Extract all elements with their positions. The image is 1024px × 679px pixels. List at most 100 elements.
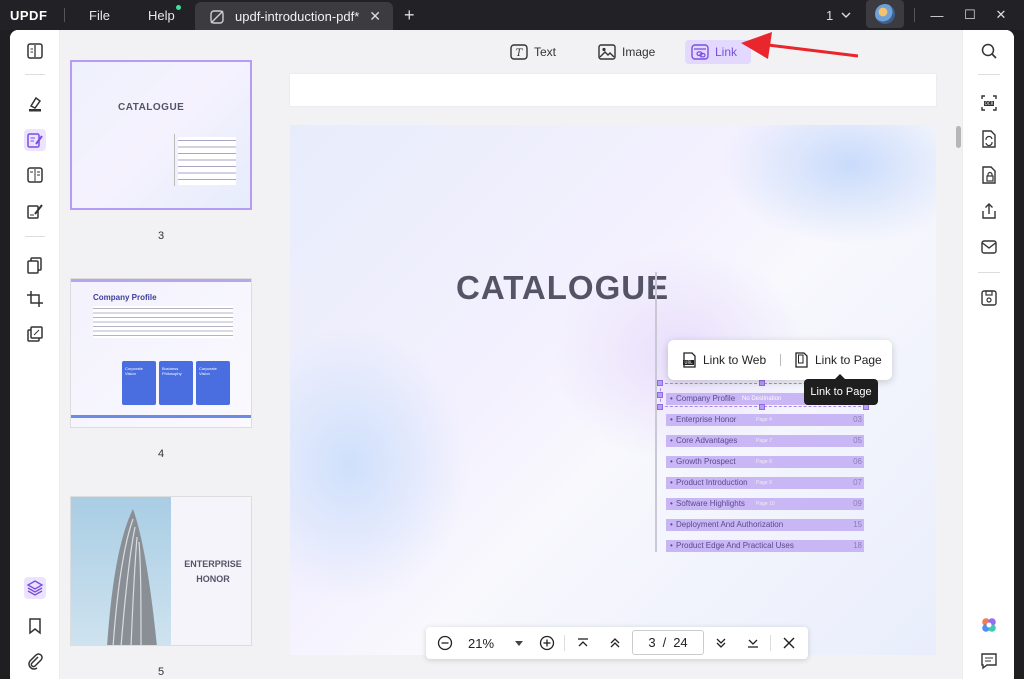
menu-help[interactable]: Help [148,0,175,30]
toc-link-row[interactable]: • Deployment And Authorization 15 [666,519,864,531]
form-icon[interactable] [24,164,46,186]
thumb-text-lines [93,306,233,338]
tab-close-icon[interactable]: ✕ [369,8,381,25]
organize-pages-icon[interactable] [24,254,46,276]
vertical-scrollbar[interactable] [956,126,961,148]
thumbnail-page-5[interactable]: ENTERPRISE HONOR [70,496,252,646]
thumb-bottom-bar [71,415,251,418]
title-separator [64,8,65,22]
save-icon[interactable] [978,287,1000,309]
layers-icon[interactable] [24,577,46,599]
toc-number: 07 [853,478,862,487]
thumb-title: CATALOGUE [118,102,185,113]
window-page-indicator: 1 [826,7,834,23]
thumb-divider [174,134,175,186]
search-icon[interactable] [978,40,1000,62]
comment-panel-icon[interactable] [978,650,1000,672]
background-glow [720,125,936,245]
close-window-button[interactable]: ✕ [986,0,1016,30]
avatar-image [875,4,895,24]
text-tool-label: Text [534,45,557,59]
toc-label: Enterprise Honor [676,415,737,424]
add-link-tool[interactable]: Link [685,40,751,64]
add-text-tool[interactable]: T Text [504,40,562,64]
toc-destination: Page 7 [756,438,772,444]
zoom-level[interactable]: 21% [464,627,498,659]
thumb-subtitle: HONOR [196,574,230,584]
previous-page-bottom [290,74,936,106]
toc-link-row[interactable]: • Product Edge And Practical Uses 18 [666,540,864,552]
workspace: CATALOGUE 3 Company Profile Corporate Vi… [10,30,1014,679]
background-glow [290,325,470,605]
image-tool-label: Image [622,45,656,59]
resize-handle[interactable] [759,404,765,410]
minimize-button[interactable]: — [922,0,952,30]
fill-sign-icon[interactable] [24,200,46,222]
ocr-icon[interactable]: OCR [978,92,1000,114]
toc-link-row[interactable]: • Growth Prospect Page 8 06 [666,456,864,468]
first-page-button[interactable] [572,627,594,659]
reader-icon[interactable] [24,40,46,62]
link-to-page-tooltip: Link to Page [804,374,878,405]
thumb-card: Corporate Vision [196,361,230,405]
toc-link-row[interactable]: • Core Advantages Page 7 05 [666,435,864,447]
toc-label: Product Edge And Practical Uses [676,541,794,550]
resize-handle[interactable] [657,392,663,398]
toc-link-row[interactable]: • Enterprise Honor Page 4 03 [666,414,864,426]
zoom-in-button[interactable] [536,627,558,659]
total-pages: 24 [673,635,688,650]
new-tab-button[interactable]: + [404,0,415,30]
close-zoom-bar-button[interactable] [778,627,800,659]
protect-icon[interactable] [24,323,46,345]
menu-file[interactable]: File [89,0,110,30]
attachment-icon[interactable] [24,650,46,672]
page-number-input[interactable]: 3 / 24 [632,630,704,655]
zoom-navigation-bar: 21% 3 / 24 [426,627,808,659]
thumb-toc-lines [178,137,236,185]
app-logo: UPDF [10,7,48,23]
maximize-button[interactable]: ☐ [955,0,985,30]
pdf-page-3[interactable]: CATALOGUE • Company Profile No Destination… [290,125,936,655]
resize-handle[interactable] [657,380,663,386]
thumbnail-page-4[interactable]: Company Profile Corporate Vision Busines… [70,278,252,428]
comment-highlighter-icon[interactable] [24,93,46,115]
convert-icon[interactable] [978,128,1000,150]
svg-text:URL: URL [685,360,694,365]
resize-handle[interactable] [759,380,765,386]
user-avatar[interactable] [866,0,904,28]
protect-document-icon[interactable] [978,164,1000,186]
thumbnail-number: 4 [157,448,165,460]
right-toolbar: OCR [962,30,1014,679]
resize-handle[interactable] [657,404,663,410]
add-image-tool[interactable]: Image [592,40,661,64]
toc-number: 06 [853,457,862,466]
toc-link-row[interactable]: • Software Highlights Page 10 09 [666,498,864,510]
next-page-button[interactable] [710,627,732,659]
thumb-title: Company Profile [93,293,157,302]
zoom-out-icon [437,635,453,651]
edit-pdf-icon[interactable] [24,129,46,151]
toc-label: Core Advantages [676,436,738,445]
thumb-card: Corporate Vision [122,361,156,405]
link-to-web-button[interactable]: URL Link to Web [682,352,766,368]
image-tool-icon [598,44,616,60]
page-title[interactable]: CATALOGUE [456,269,669,307]
crop-icon[interactable] [24,288,46,310]
share-icon[interactable] [978,200,1000,222]
link-to-page-button[interactable]: Link to Page [794,352,882,368]
chevron-down-icon [841,12,851,18]
toolbar-separator [25,74,45,75]
window-page-selector[interactable]: 1 [826,0,851,30]
last-page-button[interactable] [742,627,764,659]
toc-link-row[interactable]: • Product Introduction Page 9 07 [666,477,864,489]
page-icon [795,352,808,368]
title-separator [914,8,915,22]
thumbnail-page-3[interactable]: CATALOGUE [70,60,252,210]
email-icon[interactable] [978,236,1000,258]
previous-page-button[interactable] [604,627,626,659]
ai-assistant-icon[interactable] [978,614,1000,636]
bookmark-icon[interactable] [24,615,46,637]
document-tab[interactable]: updf-introduction-pdf* ✕ [195,2,393,30]
zoom-out-button[interactable] [434,627,456,659]
zoom-dropdown[interactable] [512,627,526,659]
